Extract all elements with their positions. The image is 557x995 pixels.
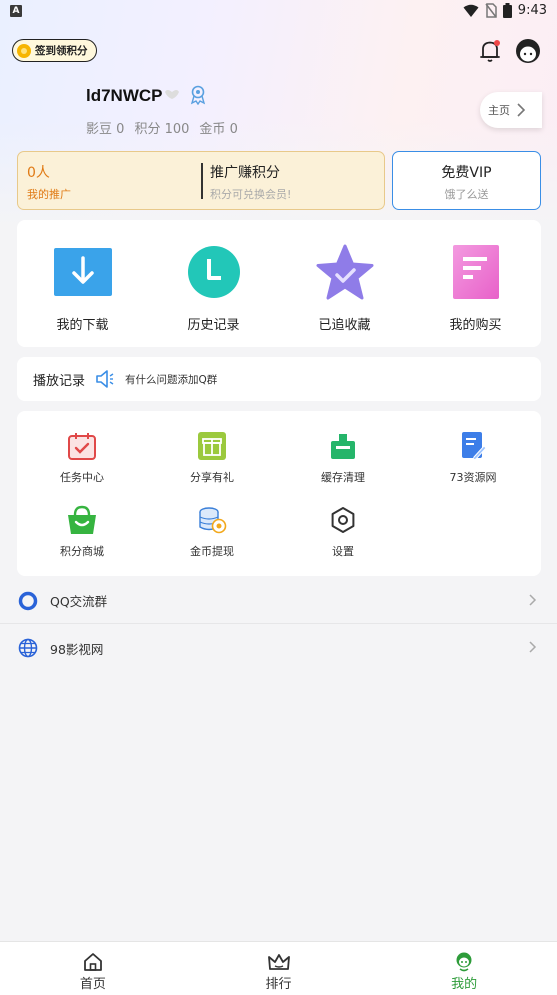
- bottom-navigation: 首页 排行 我的: [0, 941, 557, 995]
- my-promotion[interactable]: 0人 我的推广: [18, 152, 201, 209]
- settings-icon: [331, 507, 355, 533]
- stat-beans: 影豆 0: [86, 122, 125, 137]
- coin-icon: [17, 43, 31, 58]
- promotion-card[interactable]: 0人 我的推广 推广赚积分 积分可兑换会员!: [17, 151, 385, 210]
- medal-badge-icon: [190, 85, 206, 105]
- task-center-icon: [68, 433, 96, 460]
- notification-app-icon: A: [10, 5, 22, 17]
- profile-home-button[interactable]: 主页: [480, 92, 542, 128]
- tool-label: 金币提现: [190, 545, 234, 558]
- profile-icon: [456, 952, 472, 972]
- quick-actions-card: 我的下载 历史记录 已追收藏 我的购买: [17, 220, 541, 347]
- stat-coins: 金币 0: [199, 122, 238, 137]
- tool-coin-withdraw[interactable]: 金币提现: [157, 503, 267, 559]
- tool-resource-site[interactable]: 73资源网: [418, 429, 528, 485]
- tool-label: 73资源网: [449, 471, 497, 484]
- signin-points-button[interactable]: 签到领积分: [12, 39, 97, 62]
- cache-clean-icon: [331, 434, 355, 459]
- username: ld7NWCP: [86, 86, 163, 105]
- coin-withdraw-icon: [199, 507, 227, 534]
- resource-doc-icon: [462, 432, 486, 461]
- chevron-right-icon: [517, 103, 526, 117]
- earn-points-promotion[interactable]: 推广赚积分 积分可兑换会员!: [201, 152, 384, 209]
- nav-label: 我的: [451, 977, 478, 992]
- chevron-right-icon: [529, 594, 537, 606]
- stat-points: 积分 100: [134, 122, 190, 137]
- quick-action-purchases[interactable]: 我的购买: [421, 244, 531, 347]
- qq-group-label: QQ交流群: [50, 594, 108, 609]
- quick-action-favorites[interactable]: 已追收藏: [290, 244, 400, 347]
- nav-tab-mine[interactable]: 我的: [371, 942, 557, 995]
- quick-action-label: 历史记录: [187, 318, 240, 333]
- tool-label: 缓存清理: [321, 471, 365, 484]
- battery-icon: [502, 3, 512, 18]
- speaker-icon: [96, 370, 114, 388]
- tool-label: 设置: [332, 545, 354, 558]
- website-row[interactable]: 98影视网: [0, 625, 557, 671]
- promotion-count: 0人: [27, 165, 50, 181]
- wings-badge-icon: [165, 90, 179, 99]
- my-promotion-label: 我的推广: [27, 188, 71, 201]
- qq-ring-icon: [18, 591, 38, 610]
- tool-label: 分享有礼: [190, 471, 234, 484]
- tool-points-shop[interactable]: 积分商城: [27, 503, 137, 559]
- gift-icon: [198, 432, 226, 460]
- home-icon: [83, 953, 102, 971]
- nav-tab-ranking[interactable]: 排行: [186, 942, 372, 995]
- quick-action-history[interactable]: 历史记录: [159, 244, 269, 347]
- quick-action-downloads[interactable]: 我的下载: [28, 244, 138, 347]
- tool-label: 任务中心: [60, 471, 104, 484]
- tool-cache-clean[interactable]: 缓存清理: [288, 429, 398, 485]
- quick-action-label: 我的购买: [449, 318, 502, 333]
- earn-points-title: 推广赚积分: [210, 165, 280, 181]
- tool-label: 积分商城: [60, 545, 104, 558]
- free-vip-card[interactable]: 免费VIP 饿了么送: [392, 151, 541, 210]
- earn-points-subtitle: 积分可兑换会员!: [210, 188, 292, 201]
- chevron-right-icon: [529, 641, 537, 653]
- favorite-star-icon: [316, 244, 373, 300]
- qq-group-row[interactable]: QQ交流群: [0, 578, 557, 624]
- home-button-label: 主页: [488, 104, 510, 117]
- tool-share-gift[interactable]: 分享有礼: [157, 429, 267, 485]
- free-vip-title: 免费VIP: [441, 165, 492, 181]
- crown-icon: [267, 954, 290, 970]
- play-record-bar[interactable]: 播放记录 有什么问题添加Q群: [17, 357, 541, 401]
- user-badges: [164, 85, 206, 105]
- history-icon: [187, 246, 240, 298]
- website-label: 98影视网: [50, 641, 104, 657]
- points-shop-icon: [68, 505, 96, 534]
- signin-label: 签到领积分: [35, 45, 88, 57]
- quick-action-label: 我的下载: [56, 318, 109, 333]
- status-bar: A 9:43: [0, 0, 557, 24]
- play-record-title: 播放记录: [33, 373, 86, 389]
- play-record-tip: 有什么问题添加Q群: [125, 373, 218, 386]
- download-icon: [53, 248, 112, 296]
- tool-task-center[interactable]: 任务中心: [27, 429, 137, 485]
- nav-label: 首页: [79, 977, 106, 992]
- tools-grid: 任务中心 分享有礼 缓存清理 73资源网 积分商城 金币提现 设置: [17, 411, 541, 576]
- quick-action-label: 已追收藏: [318, 318, 371, 333]
- globe-icon: [18, 638, 38, 658]
- free-vip-subtitle: 饿了么送: [444, 188, 489, 201]
- no-sim-icon: [485, 3, 497, 18]
- wifi-icon: [463, 4, 479, 17]
- tool-settings[interactable]: 设置: [288, 503, 398, 559]
- nav-label: 排行: [265, 977, 292, 992]
- user-avatar-icon[interactable]: [515, 38, 541, 64]
- clock: 9:43: [517, 3, 547, 18]
- nav-tab-home[interactable]: 首页: [0, 942, 186, 995]
- user-stats: 影豆 0 积分 100 金币 0: [86, 118, 238, 137]
- notification-bell-icon[interactable]: [478, 38, 502, 64]
- purchase-icon: [452, 245, 499, 299]
